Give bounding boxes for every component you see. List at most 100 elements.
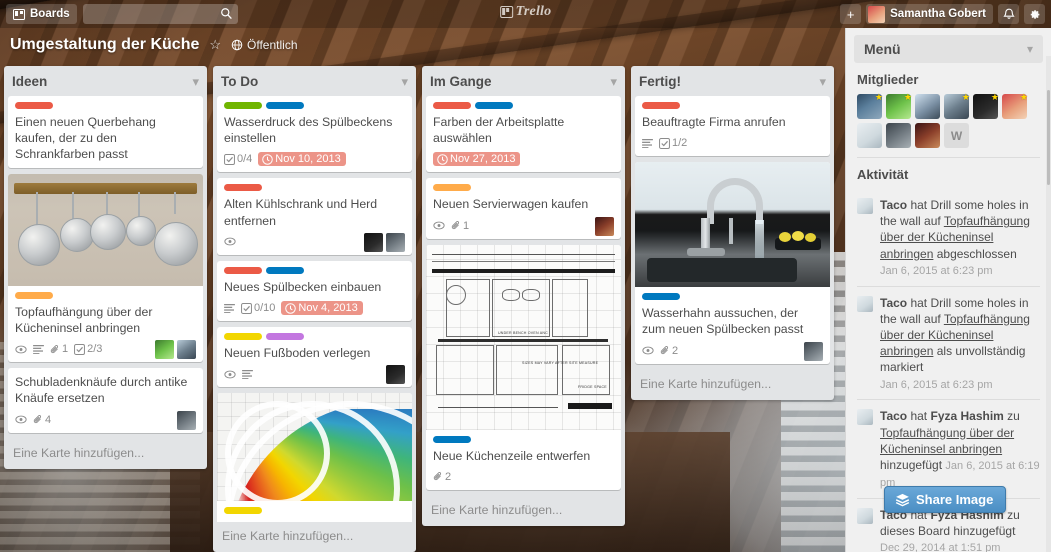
card-label-blue[interactable] [266,102,304,109]
card-cover-image [635,162,830,288]
watch-badge [642,346,654,355]
sidebar-menu-button[interactable]: Menü ▾ [854,35,1043,63]
star-icon[interactable]: ☆ [209,37,221,53]
description-badge [224,303,235,313]
list-menu-icon[interactable]: ▾ [192,75,199,88]
card-label-yellow[interactable] [224,507,262,515]
due-date-badge[interactable]: Nov 4, 2013 [281,301,363,316]
card-label-purple[interactable] [266,333,304,341]
avatar[interactable] [915,94,940,119]
card[interactable]: Neues Spülbecken einbauen 0/10 Nov 4, 20… [217,260,412,322]
card[interactable]: Topfaufhängung über der Kücheninsel anbr… [8,173,203,363]
due-date-text: Nov 10, 2013 [275,153,341,166]
list-menu-icon[interactable]: ▾ [610,75,617,88]
notifications-button[interactable] [998,4,1019,24]
add-card-button[interactable]: Eine Karte hinzufügen... [422,496,625,526]
card-label-orange[interactable] [433,184,471,192]
avatar-taco[interactable] [857,507,873,524]
trello-logo[interactable]: Trello [499,4,552,20]
trello-logo-icon [499,6,513,18]
add-card-button[interactable]: Eine Karte hinzufügen... [213,522,416,552]
card-labels [642,293,823,301]
card-label-green[interactable] [224,102,262,109]
card-label-red[interactable] [15,102,53,109]
card-label-blue[interactable] [475,102,513,109]
activity-actor[interactable]: Taco [880,409,907,423]
card[interactable]: Neuen Servierwagen kaufen 1 [426,178,621,239]
avatar[interactable]: ★ [1002,93,1028,119]
due-date-badge[interactable]: Nov 27, 2013 [433,152,521,167]
card[interactable]: Beauftragte Firma anrufen 1/2 [635,96,830,157]
card-badges: 2 [433,469,614,485]
add-button[interactable]: + [840,4,862,24]
card[interactable]: Wasserhahn aussuchen, der zum neuen Spül… [635,162,830,364]
sidebar-collapse-button[interactable]: › [845,66,846,88]
sidebar-scrollbar[interactable] [1046,56,1051,552]
avatar-taco[interactable] [857,295,873,312]
gear-icon [1030,9,1040,19]
activity-actor[interactable]: Taco [880,296,907,310]
boards-button-label: Boards [30,8,70,20]
avatar-taco[interactable] [857,123,882,148]
card-label-red[interactable] [433,102,471,109]
search-input[interactable] [82,4,238,24]
card-label-orange[interactable] [15,291,53,299]
card-label-blue[interactable] [433,435,471,443]
add-card-button[interactable]: Eine Karte hinzufügen... [631,370,834,400]
avatar-taco[interactable] [857,409,873,426]
avatar-initial[interactable]: W [944,123,969,148]
avatar[interactable] [915,123,940,148]
share-image-button[interactable]: Share Image [884,486,1007,513]
avatar[interactable] [364,232,383,252]
avatar[interactable] [177,410,196,430]
activity-actor-2[interactable]: Fyza Hashim [930,409,1003,423]
board-visibility-button[interactable]: Öffentlich [231,38,298,52]
user-menu-button[interactable]: Samantha Gobert [866,4,993,24]
card-labels [224,184,405,192]
sidebar-scrollbar-thumb[interactable] [1047,90,1050,185]
card-label-yellow[interactable] [224,333,262,341]
due-date-badge[interactable]: Nov 10, 2013 [258,152,346,167]
card[interactable]: Schubladenknäufe durch antike Knäufe ers… [8,368,203,433]
checklist-icon [241,302,252,314]
add-card-button[interactable]: Eine Karte hinzufügen... [4,439,207,469]
avatar[interactable]: ★ [886,93,912,119]
card-badges: 0/10 Nov 4, 2013 [224,300,405,316]
avatar[interactable] [177,340,196,360]
boards-button[interactable]: Boards [6,4,77,24]
settings-button[interactable] [1024,4,1045,24]
avatar[interactable] [386,232,405,252]
card-title: Schubladenknäufe durch antike Knäufe ers… [15,375,188,406]
avatar[interactable] [386,365,405,385]
avatar[interactable]: ★ [857,93,883,119]
avatar[interactable] [804,341,823,361]
card-label-red[interactable] [642,102,680,109]
card-label-red[interactable] [224,266,262,274]
card[interactable]: Wasserdruck des Spülbeckens einstellen 0… [217,96,412,173]
avatar[interactable] [155,340,174,360]
member-list: ★ ★ ★ ★ ★ W [857,93,1040,148]
card[interactable]: Neuen Fußboden verlegen [217,327,412,388]
card[interactable]: Alten Kühlschrank und Herd entfernen [217,178,412,255]
card-label-blue[interactable] [266,266,304,274]
avatar[interactable]: ★ [944,93,970,119]
activity-card-link[interactable]: Topfaufhängung über der Kücheninsel anbr… [880,426,1014,456]
card-label-red[interactable] [224,184,262,192]
avatar[interactable] [595,216,614,236]
activity-text-mid: zu [1003,409,1020,424]
card[interactable]: Farben der Arbeitsplatte auswählen Nov 2… [426,96,621,173]
card-label-blue[interactable] [642,293,680,301]
card-members [386,365,405,385]
card[interactable]: UNDER BENCH OVEN ANC SIZES MAY VARY AFTE… [426,244,621,490]
list-title: To Do [221,74,259,89]
avatar[interactable]: ★ [973,93,999,119]
card[interactable]: Kaufen Sie Farbe für Schränke 1 [217,393,412,522]
avatar-taco[interactable] [857,198,873,214]
activity-actor[interactable]: Taco [880,198,907,212]
eye-icon [15,415,27,424]
eye-icon [224,370,236,379]
avatar[interactable] [886,123,911,148]
list-menu-icon[interactable]: ▾ [401,75,408,88]
list-menu-icon[interactable]: ▾ [819,75,826,88]
card[interactable]: Einen neuen Querbehang kaufen, der zu de… [8,96,203,168]
